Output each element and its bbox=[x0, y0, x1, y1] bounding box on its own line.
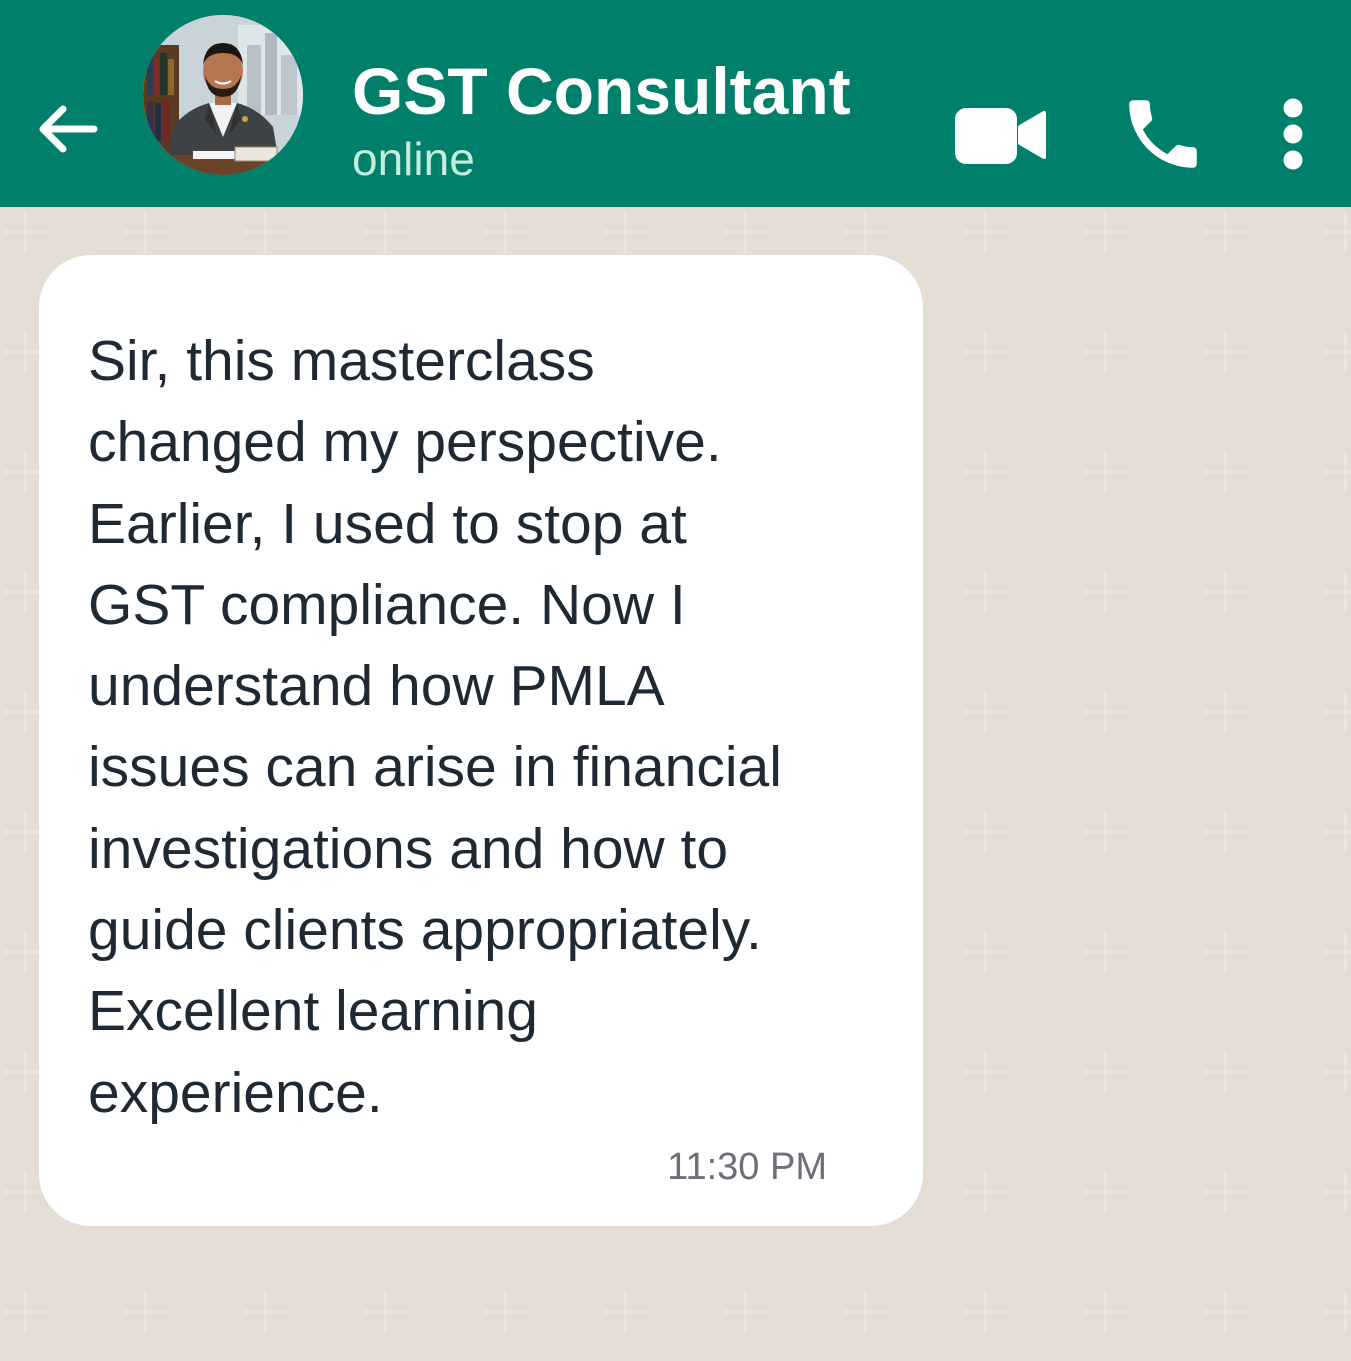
contact-avatar[interactable] bbox=[143, 15, 303, 175]
more-options-button[interactable] bbox=[1270, 94, 1316, 174]
contact-status: online bbox=[352, 133, 475, 185]
contact-name: GST Consultant bbox=[352, 54, 851, 128]
chat-header: GST Consultant online bbox=[0, 0, 1351, 207]
voice-call-button[interactable] bbox=[1113, 86, 1213, 182]
phone-icon bbox=[1129, 100, 1197, 168]
arrow-left-icon bbox=[39, 105, 98, 153]
contact-title-block[interactable]: GST Consultant online bbox=[352, 52, 851, 186]
chat-area[interactable]: Sir, this masterclass changed my perspec… bbox=[0, 207, 1351, 1361]
back-button[interactable] bbox=[30, 92, 104, 166]
message-timestamp: 11:30 PM bbox=[667, 1146, 827, 1188]
video-call-button[interactable] bbox=[945, 95, 1051, 173]
incoming-message-bubble[interactable]: Sir, this masterclass changed my perspec… bbox=[39, 255, 923, 1226]
video-camera-icon bbox=[955, 108, 1046, 164]
message-text: Sir, this masterclass changed my perspec… bbox=[88, 329, 782, 1125]
more-vertical-icon bbox=[1283, 98, 1303, 170]
